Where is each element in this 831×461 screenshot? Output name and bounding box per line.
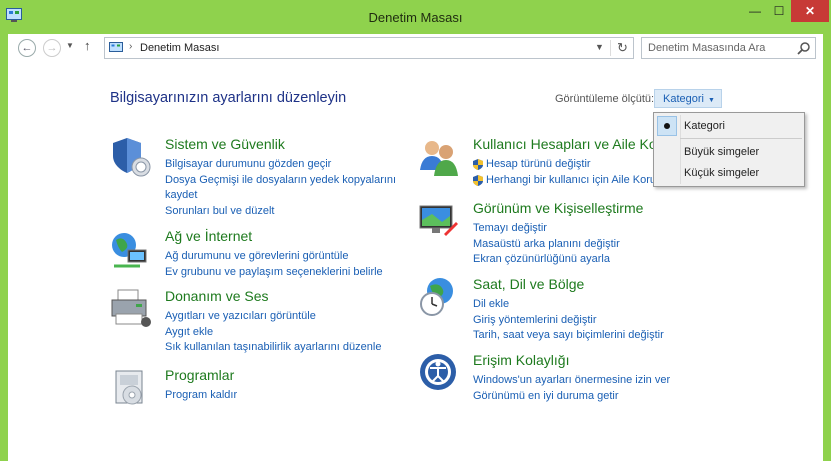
control-panel-window: Denetim Masası — ☐ ✕ ← → ▼ ↑ › Denetim M… [0,0,831,461]
view-by-menu: Kategori Büyük simgeler Küçük simgeler [653,112,805,187]
back-button[interactable]: ← [18,39,36,57]
shield-icon[interactable] [110,136,152,178]
network-icon[interactable] [110,228,152,270]
category-title[interactable]: Saat, Dil ve Bölge [473,276,584,292]
category-links: Dil ekle Giriş yöntemlerini değiştir Tar… [473,297,664,344]
forward-button[interactable]: → [43,39,61,57]
dropdown-arrow-icon[interactable]: ▼ [708,97,715,104]
clock-globe-icon[interactable] [418,276,460,318]
uac-shield-icon [473,159,483,170]
maximize-button[interactable]: ☐ [767,0,791,22]
navigation-bar: ← → ▼ ↑ › Denetim Masası ▼ ↻ Denetim Mas… [8,34,823,65]
link-add-device[interactable]: Aygıt ekle [165,325,381,341]
address-bar[interactable]: › Denetim Masası ▼ ↻ [104,37,634,59]
category-links: Hesap türünü değiştir Herhangi bir kulla… [473,157,677,188]
category-links: Program kaldır [165,388,237,404]
link-optimize-display[interactable]: Görünümü en iyi duruma getir [473,389,670,405]
link-network-status[interactable]: Ağ durumunu ve görevlerini görüntüle [165,249,383,265]
close-button[interactable]: ✕ [791,0,829,22]
category-title[interactable]: Donanım ve Ses [165,288,269,304]
link-file-history[interactable]: Dosya Geçmişi ile dosyaların yedek kopya… [165,173,396,189]
category-links: Ağ durumunu ve görevlerini görüntüle Ev … [165,249,383,280]
breadcrumb-control-panel[interactable]: Denetim Masası [140,42,219,54]
up-button[interactable]: ↑ [84,38,91,53]
address-dropdown-icon[interactable]: ▼ [595,42,604,52]
appearance-icon[interactable] [418,200,460,242]
link-devices-printers[interactable]: Aygıtları ve yazıcıları görüntüle [165,309,381,325]
link-add-language[interactable]: Dil ekle [473,297,664,313]
category-links: Temayı değiştir Masaüstü arka planını de… [473,221,620,268]
accessibility-icon[interactable] [418,352,460,394]
link-file-history-cont[interactable]: kaydet [165,188,396,204]
category-links: Windows'un ayarları önermesine izin ver … [473,373,670,404]
back-arrow-icon: ← [21,42,33,54]
content-area: ← → ▼ ↑ › Denetim Masası ▼ ↻ Denetim Mas… [8,34,823,461]
page-heading: Bilgisayarınızın ayarlarını düzenleyin [110,90,347,106]
category-title[interactable]: Ağ ve İnternet [165,228,252,244]
link-date-time-formats[interactable]: Tarih, saat veya sayı biçimlerini değişt… [473,328,664,344]
view-by-selected[interactable]: Kategori [663,93,704,105]
search-box[interactable]: Denetim Masasında Ara [641,37,816,59]
control-panel-icon [109,42,123,52]
link-troubleshoot[interactable]: Sorunları bul ve düzelt [165,204,396,220]
menu-item-label[interactable]: Kategori [684,120,725,132]
link-input-methods[interactable]: Giriş yöntemlerini değiştir [473,313,664,329]
view-by-label: Görüntüleme ölçütü: [555,93,655,105]
category-links: Bilgisayar durumunu gözden geçir Dosya G… [165,157,396,219]
link-change-background[interactable]: Masaüstü arka planını değiştir [473,237,620,253]
menu-separator [680,138,802,139]
uac-shield-icon [473,174,483,186]
menu-item-label[interactable]: Büyük simgeler [684,146,759,158]
menu-item-label[interactable]: Küçük simgeler [684,167,759,179]
link-homegroup[interactable]: Ev grubunu ve paylaşım seçeneklerini bel… [165,265,383,281]
search-icon[interactable] [797,41,811,55]
category-title[interactable]: Sistem ve Güvenlik [165,136,285,152]
link-family-safety[interactable]: Herhangi bir kullanıcı için Aile Korumas [473,173,677,189]
menu-item-large-icons[interactable]: Büyük simgeler [654,142,804,162]
link-uninstall-program[interactable]: Program kaldır [165,388,237,404]
link-screen-resolution[interactable]: Ekran çözünürlüğünü ayarla [473,252,620,268]
category-title[interactable]: Programlar [165,367,234,383]
link-windows-suggest-settings[interactable]: Windows'un ayarları önermesine izin ver [473,373,670,389]
programs-icon[interactable] [110,367,152,409]
minimize-button[interactable]: — [743,0,767,22]
view-by-dropdown[interactable]: Kategori ▼ [654,89,722,108]
category-title[interactable]: Görünüm ve Kişiselleştirme [473,200,643,216]
recent-locations-button[interactable]: ▼ [66,41,74,50]
link-change-account-type[interactable]: Hesap türünü değiştir [473,157,677,173]
forward-arrow-icon: → [46,42,58,54]
search-input[interactable]: Denetim Masasında Ara [648,42,765,54]
users-icon[interactable] [418,136,460,178]
category-links: Aygıtları ve yazıcıları görüntüle Aygıt … [165,309,381,356]
link-change-theme[interactable]: Temayı değiştir [473,221,620,237]
link-change-account-type-label[interactable]: Hesap türünü değiştir [486,158,591,170]
menu-item-small-icons[interactable]: Küçük simgeler [654,163,804,183]
title-bar[interactable]: Denetim Masası — ☐ ✕ [0,0,831,34]
breadcrumb-separator[interactable]: › [129,41,132,52]
menu-item-category[interactable]: Kategori [654,116,804,136]
printer-icon[interactable] [110,288,152,330]
window-title: Denetim Masası [368,10,463,25]
selected-bullet-icon [657,116,677,136]
link-mobility-settings[interactable]: Sık kullanılan taşınabilirlik ayarlarını… [165,340,381,356]
category-title[interactable]: Erişim Kolaylığı [473,352,569,368]
link-check-status[interactable]: Bilgisayar durumunu gözden geçir [165,157,396,173]
refresh-icon[interactable]: ↻ [610,40,628,56]
link-family-safety-label[interactable]: Herhangi bir kullanıcı için Aile Korumas [486,174,677,186]
